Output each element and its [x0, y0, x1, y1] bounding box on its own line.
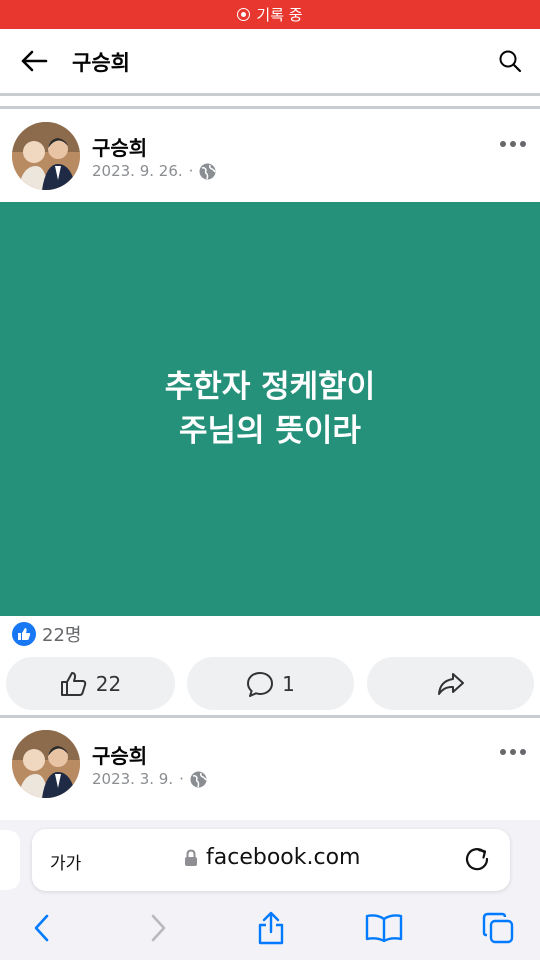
chevron-left-icon [34, 914, 49, 942]
post-text-line: 추한자 정케함이 [164, 369, 376, 405]
chevron-right-icon [151, 914, 166, 942]
record-icon [237, 8, 251, 21]
profile-photo [12, 730, 80, 798]
post-text-line: 주님의 뜻이라 [179, 413, 361, 449]
comment-count: 1 [282, 671, 295, 696]
text-size-button[interactable]: 가가 [50, 849, 81, 874]
dot [500, 749, 506, 755]
recording-label: 기록 중 [256, 6, 303, 24]
screen-recording-indicator[interactable]: 기록 중 [0, 0, 540, 29]
post-meta: 2023. 9. 26. · [92, 162, 217, 180]
dot [520, 749, 526, 755]
post-author-name[interactable]: 구승희 [92, 740, 147, 769]
share-button[interactable] [367, 657, 534, 710]
divider [0, 106, 540, 109]
post-date[interactable]: 2023. 9. 26. [92, 162, 183, 180]
comment-button[interactable]: 1 [187, 657, 354, 710]
reaction-count: 22명 [42, 625, 82, 646]
tabs-icon [482, 912, 514, 944]
more-options-button[interactable] [498, 742, 528, 762]
screen: 기록 중 구승희 구승희 2023. 9. 26. · 추한자 정케함이 주님의… [0, 0, 540, 960]
dot [510, 141, 516, 147]
reaction-summary[interactable]: 22명 [12, 621, 81, 647]
share-icon [258, 911, 284, 945]
globe-icon [190, 771, 207, 787]
url-text: facebook.com [206, 845, 361, 870]
address-bar[interactable]: 가가 facebook.com [32, 829, 510, 891]
search-icon [499, 50, 522, 73]
post-meta: 2023. 3. 9. · [92, 770, 207, 788]
like-button[interactable]: 22 [6, 657, 175, 710]
share-arrow-icon [437, 672, 464, 695]
post-date[interactable]: 2023. 3. 9. [92, 770, 173, 788]
profile-photo [12, 122, 80, 190]
more-options-button[interactable] [498, 134, 528, 154]
dot [510, 749, 516, 755]
arrow-left-icon [21, 50, 48, 72]
text-post-card[interactable]: 추한자 정케함이 주님의 뜻이라 [0, 202, 540, 616]
search-button[interactable] [494, 45, 526, 77]
browser-forward-button[interactable] [138, 908, 178, 948]
reload-icon[interactable] [462, 844, 492, 874]
top-app-bar: 구승희 [0, 29, 540, 93]
dot [500, 141, 506, 147]
divider [0, 93, 540, 96]
thumbs-up-icon [60, 671, 87, 696]
like-count: 22 [95, 671, 122, 696]
dot [520, 141, 526, 147]
page-title: 구승희 [72, 51, 130, 75]
back-button[interactable] [16, 45, 52, 77]
browser-back-button[interactable] [22, 908, 62, 948]
post-header: 구승희 2023. 9. 26. · [0, 110, 540, 200]
share-sheet-button[interactable] [251, 908, 291, 948]
book-icon [365, 914, 403, 943]
comment-bubble-icon [247, 671, 274, 697]
like-reaction-icon [12, 622, 36, 646]
avatar[interactable] [12, 122, 80, 190]
post-header: 구승희 2023. 3. 9. · [0, 718, 540, 808]
meta-separator: · [179, 770, 184, 788]
bookmarks-button[interactable] [364, 908, 404, 948]
browser-toolbar [0, 896, 540, 960]
post-author-name[interactable]: 구승희 [92, 132, 147, 161]
tabs-button[interactable] [478, 908, 518, 948]
globe-icon [199, 163, 217, 179]
lock-icon [185, 848, 197, 866]
url-display[interactable]: facebook.com [184, 845, 360, 870]
avatar[interactable] [12, 730, 80, 798]
previous-tab-preview[interactable] [0, 830, 20, 890]
meta-separator: · [188, 162, 194, 180]
